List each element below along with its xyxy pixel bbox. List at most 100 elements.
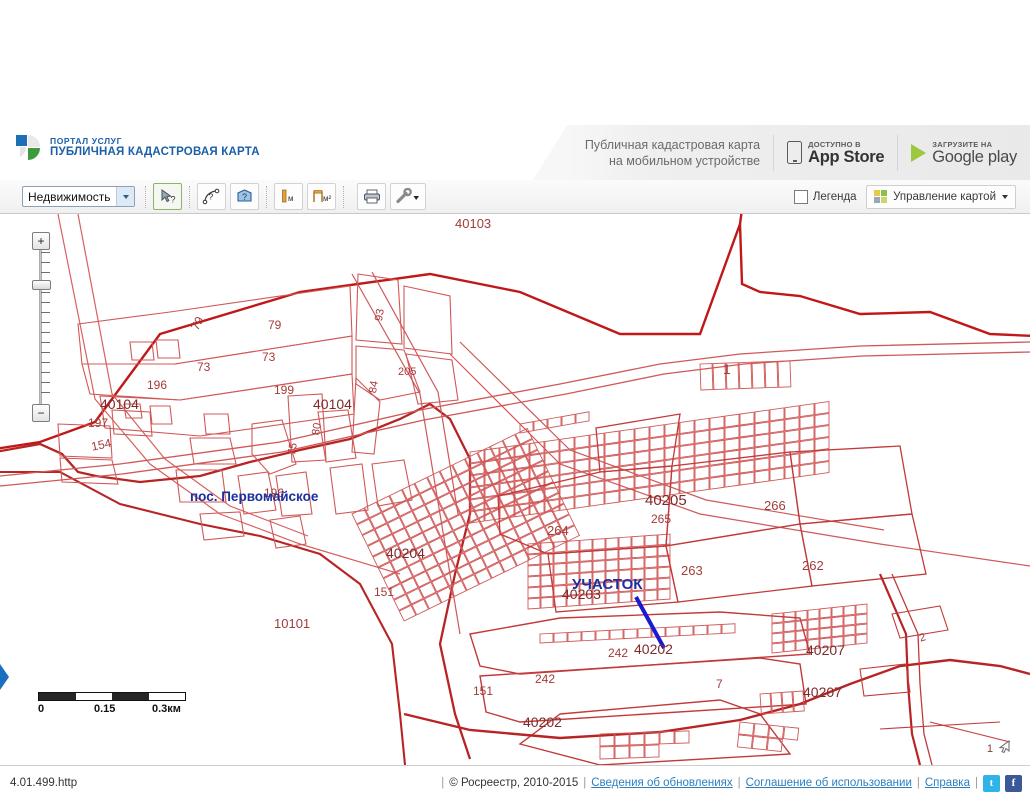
map-parcel-label: 205 — [398, 366, 416, 378]
footer-divider-4: | — [975, 777, 978, 789]
link-chain-icon — [395, 188, 421, 205]
map-control-label: Управление картой — [893, 191, 996, 203]
map-parcel-label: 40204 — [386, 545, 425, 561]
facebook-icon[interactable]: f — [1005, 775, 1022, 792]
twitter-icon[interactable]: t — [983, 775, 1000, 792]
promo-slant-decoration — [533, 125, 567, 180]
scale-label-end: 0.3км — [152, 703, 181, 715]
svg-text:?: ? — [209, 192, 214, 202]
map-parcel-label: 40202 — [634, 641, 673, 657]
map-parcel-label: 84 — [367, 380, 381, 394]
printer-icon — [362, 188, 382, 205]
footer-copyright: © Росреестр, 2010-2015 — [449, 777, 578, 789]
toolbar-divider — [145, 186, 146, 208]
measure-length-tool-button[interactable]: м — [274, 183, 303, 210]
cursor-question-icon: ? — [159, 188, 177, 205]
legend-toggle[interactable]: Легенда — [794, 190, 857, 204]
scale-label-start: 0 — [38, 703, 44, 715]
build-version: 4.01.499.http — [0, 777, 77, 789]
map-viewport[interactable]: 4010379797373932051991964010440104197154… — [0, 214, 1030, 766]
parcel-annotation-label: УЧАСТОК — [572, 576, 642, 593]
chevron-down-icon-mapctl[interactable] — [1002, 195, 1008, 199]
map-parcel-label: 40202 — [523, 714, 562, 730]
chevron-down-icon[interactable] — [116, 187, 134, 206]
chevron-right-icon — [0, 664, 10, 690]
length-meter-icon: м — [279, 188, 299, 205]
google-play-badge[interactable]: Загрузите на Google play — [897, 135, 1030, 171]
promo-text: Публичная кадастровая карта на мобильном… — [567, 137, 773, 169]
link-tool-button[interactable] — [390, 183, 426, 210]
toolbar-divider-4 — [343, 186, 344, 208]
layers-grid-icon — [874, 190, 888, 204]
footer-divider-1: | — [583, 777, 586, 789]
app-store-badge[interactable]: Доступно в App Store — [773, 135, 897, 171]
settlement-label: пос. Первомайское — [190, 489, 318, 504]
map-cursor-marker: 1 — [987, 739, 1012, 755]
cursor-marker-label: 1 — [987, 743, 993, 755]
brand-line-1: ПОРТАЛ УСЛУГ — [50, 137, 260, 147]
google-play-label: Google play — [932, 149, 1017, 166]
measure-path-tool-button[interactable]: ? — [197, 183, 226, 210]
map-parcel-label: 265 — [651, 512, 671, 526]
map-parcel-label: 80 — [310, 422, 324, 436]
legend-checkbox[interactable] — [794, 190, 808, 204]
map-parcel-label: 40104 — [313, 396, 352, 412]
mobile-app-promo: Публичная кадастровая карта на мобильном… — [567, 125, 1030, 180]
site-footer: 4.01.499.http | © Росреестр, 2010-2015 |… — [0, 766, 1030, 800]
map-parcel-label: 264 — [547, 523, 569, 538]
scale-bar-graphic — [38, 692, 186, 701]
footer-link-updates[interactable]: Сведения об обновлениях — [591, 777, 732, 789]
zoom-in-button[interactable]: + — [32, 232, 50, 250]
map-scale-bar: 0 0.15 0.3км — [38, 692, 198, 717]
zoom-out-button[interactable]: − — [32, 404, 50, 422]
zoom-slider-control[interactable]: + − — [32, 232, 50, 422]
map-parcel-label: 199 — [274, 383, 294, 397]
map-parcel-label: 40205 — [645, 492, 687, 509]
map-parcel-label: 196 — [147, 378, 167, 392]
footer-link-help[interactable]: Справка — [925, 777, 970, 789]
footer-divider-2: | — [738, 777, 741, 789]
map-parcel-label: 40207 — [806, 642, 845, 658]
public-cadastral-map-page: ПОРТАЛ УСЛУГ ПУБЛИЧНАЯ КАДАСТРОВАЯ КАРТА… — [0, 0, 1030, 800]
svg-text:м²: м² — [323, 194, 332, 203]
select-object-tool-button[interactable]: ? — [153, 183, 182, 210]
map-parcel-label: 93 — [373, 308, 387, 322]
cadastral-map-vector — [0, 214, 1030, 765]
measure-area-tool-button[interactable]: ? — [230, 183, 259, 210]
measure-square-tool-button[interactable]: м² — [307, 183, 336, 210]
scale-label-mid: 0.15 — [94, 703, 115, 715]
footer-divider-3: | — [917, 777, 920, 789]
scale-bar-labels: 0 0.15 0.3км — [38, 703, 198, 717]
brand-line-2: ПУБЛИЧНАЯ КАДАСТРОВАЯ КАРТА — [50, 146, 260, 159]
print-tool-button[interactable] — [357, 183, 386, 210]
map-parcel-label: 73 — [262, 350, 275, 364]
toolbar-divider-2 — [189, 186, 190, 208]
map-parcel-label: 40104 — [100, 396, 139, 412]
zoom-slider-handle[interactable] — [32, 280, 51, 290]
map-parcel-label: 10101 — [274, 616, 310, 631]
map-parcel-label: 197 — [88, 416, 108, 430]
rosreestr-logo-icon — [14, 133, 42, 163]
left-panel-toggle[interactable] — [0, 664, 10, 690]
iphone-icon — [787, 141, 802, 164]
brand-logo-block[interactable]: ПОРТАЛ УСЛУГ ПУБЛИЧНАЯ КАДАСТРОВАЯ КАРТА — [14, 133, 260, 163]
map-parcel-label: 75 — [286, 442, 300, 456]
map-parcel-label: 7 — [716, 677, 723, 691]
legend-label: Легенда — [813, 191, 857, 203]
map-parcel-label: 262 — [802, 558, 824, 573]
map-parcel-label: 79 — [268, 318, 281, 332]
promo-line-2: на мобильном устройстве — [585, 153, 760, 169]
map-control-dropdown[interactable]: Управление картой — [866, 185, 1016, 209]
map-parcel-label: 73 — [197, 360, 210, 374]
map-parcel-label: 263 — [681, 563, 703, 578]
footer-divider-0: | — [441, 777, 444, 789]
google-play-icon — [911, 144, 926, 162]
map-toolbar: Недвижимость ? ? ? — [0, 180, 1030, 214]
map-parcel-label: 242 — [608, 646, 628, 660]
svg-text:?: ? — [170, 195, 175, 205]
footer-link-agreement[interactable]: Соглашение об использовании — [746, 777, 912, 789]
map-parcel-label: 242 — [535, 672, 555, 686]
map-parcel-label: 1 — [723, 361, 731, 377]
map-parcel-label: 40207 — [803, 684, 842, 700]
object-category-select[interactable]: Недвижимость — [22, 186, 135, 207]
